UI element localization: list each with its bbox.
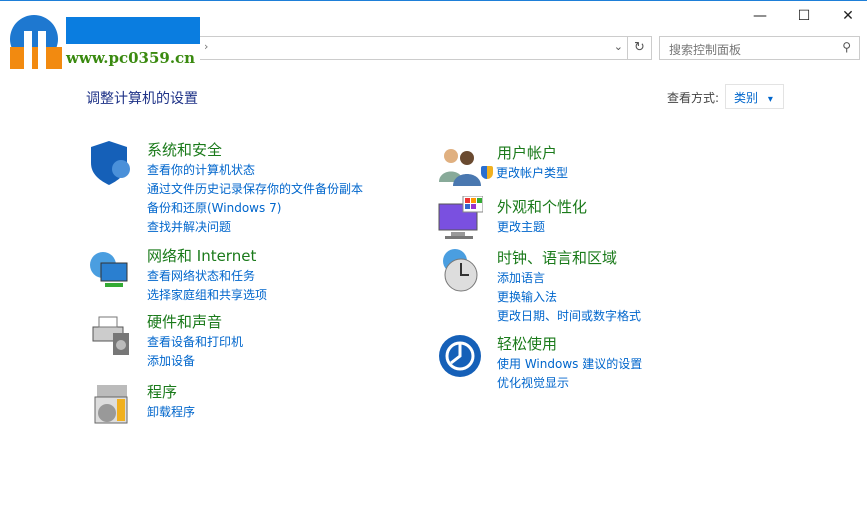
user-accounts-icon[interactable] xyxy=(437,142,483,188)
category-link[interactable]: 选择家庭组和共享选项 xyxy=(147,286,267,305)
link-label: 添加语言 xyxy=(497,271,546,285)
category-title[interactable]: 用户帐户 xyxy=(497,142,557,163)
category-link[interactable]: 查看设备和打印机 xyxy=(147,333,243,352)
address-dropdown-icon[interactable]: ⌄ xyxy=(614,40,623,53)
link-label: 备份和还原(Windows 7) xyxy=(147,201,282,215)
category-link[interactable]: 查看网络状态和任务 xyxy=(147,267,267,286)
link-label: 通过文件历史记录保存你的文件备份副本 xyxy=(147,182,364,196)
link-label: 更换输入法 xyxy=(497,290,558,304)
category-link[interactable]: 添加设备 xyxy=(147,352,243,371)
category-link[interactable]: 卸载程序 xyxy=(147,403,195,422)
category-title[interactable]: 硬件和声音 xyxy=(147,311,222,332)
link-label: 查看设备和打印机 xyxy=(147,335,244,349)
link-label: 查看你的计算机状态 xyxy=(147,163,256,177)
address-bar[interactable]: › ⌄ ↻ xyxy=(200,36,652,60)
category-title[interactable]: 外观和个性化 xyxy=(497,196,587,217)
category-title[interactable]: 网络和 Internet xyxy=(147,245,256,266)
link-label: 卸载程序 xyxy=(147,405,196,419)
hardware-sound-icon[interactable] xyxy=(87,311,133,357)
close-button[interactable]: ✕ xyxy=(838,6,858,26)
maximize-button[interactable]: ☐ xyxy=(794,6,814,26)
appearance-icon[interactable] xyxy=(437,196,483,242)
link-label: 优化视觉显示 xyxy=(497,376,570,390)
view-by-dropdown[interactable]: 类别 ▾ xyxy=(725,84,784,109)
category-link[interactable]: 更改日期、时间或数字格式 xyxy=(497,307,641,326)
link-label: 更改主题 xyxy=(497,220,546,234)
link-label: 查看网络状态和任务 xyxy=(147,269,256,283)
category-link[interactable]: 更改帐户类型 xyxy=(481,164,568,183)
category-title[interactable]: 系统和安全 xyxy=(147,139,222,160)
clock-language-region-icon[interactable] xyxy=(437,247,483,293)
system-security-icon[interactable] xyxy=(87,139,133,185)
search-input[interactable]: 搜索控制面板 ⚲ xyxy=(659,36,860,60)
uac-shield-icon xyxy=(481,166,493,179)
category-link[interactable]: 备份和还原(Windows 7) xyxy=(147,199,363,218)
category-title[interactable]: 轻松使用 xyxy=(497,333,557,354)
breadcrumb-chevron-icon[interactable]: › xyxy=(204,40,208,53)
view-by-value: 类别 xyxy=(734,91,759,105)
category-link[interactable]: 优化视觉显示 xyxy=(497,374,642,393)
view-by-label: 查看方式: xyxy=(667,91,720,105)
page-title: 调整计算机的设置 xyxy=(86,91,198,107)
category-link[interactable]: 通过文件历史记录保存你的文件备份副本 xyxy=(147,180,363,199)
link-label: 添加设备 xyxy=(147,354,196,368)
category-title[interactable]: 时钟、语言和区域 xyxy=(497,247,617,268)
category-link[interactable]: 查看你的计算机状态 xyxy=(147,161,363,180)
chevron-down-icon: ▾ xyxy=(767,94,773,105)
watermark-url: www.pc0359.cn xyxy=(66,49,196,67)
watermark-banner xyxy=(66,17,200,44)
category-link[interactable]: 添加语言 xyxy=(497,269,641,288)
link-label: 更改日期、时间或数字格式 xyxy=(497,309,642,323)
category-link[interactable]: 更改主题 xyxy=(497,218,545,237)
category-link[interactable]: 更换输入法 xyxy=(497,288,641,307)
refresh-button[interactable]: ↻ xyxy=(627,37,651,59)
ease-of-access-icon[interactable] xyxy=(437,333,483,379)
search-icon[interactable]: ⚲ xyxy=(842,40,851,54)
category-link[interactable]: 查找并解决问题 xyxy=(147,218,363,237)
search-placeholder: 搜索控制面板 xyxy=(669,43,742,57)
network-internet-icon[interactable] xyxy=(87,245,133,291)
category-title[interactable]: 程序 xyxy=(147,381,177,402)
link-label: 选择家庭组和共享选项 xyxy=(147,288,268,302)
link-label: 查找并解决问题 xyxy=(147,220,232,234)
link-label: 使用 Windows 建议的设置 xyxy=(497,357,643,371)
programs-icon[interactable] xyxy=(87,381,133,427)
link-label: 更改帐户类型 xyxy=(496,166,569,180)
category-link[interactable]: 使用 Windows 建议的设置 xyxy=(497,355,642,374)
minimize-button[interactable]: — xyxy=(750,6,770,26)
watermark-logo xyxy=(10,15,62,69)
